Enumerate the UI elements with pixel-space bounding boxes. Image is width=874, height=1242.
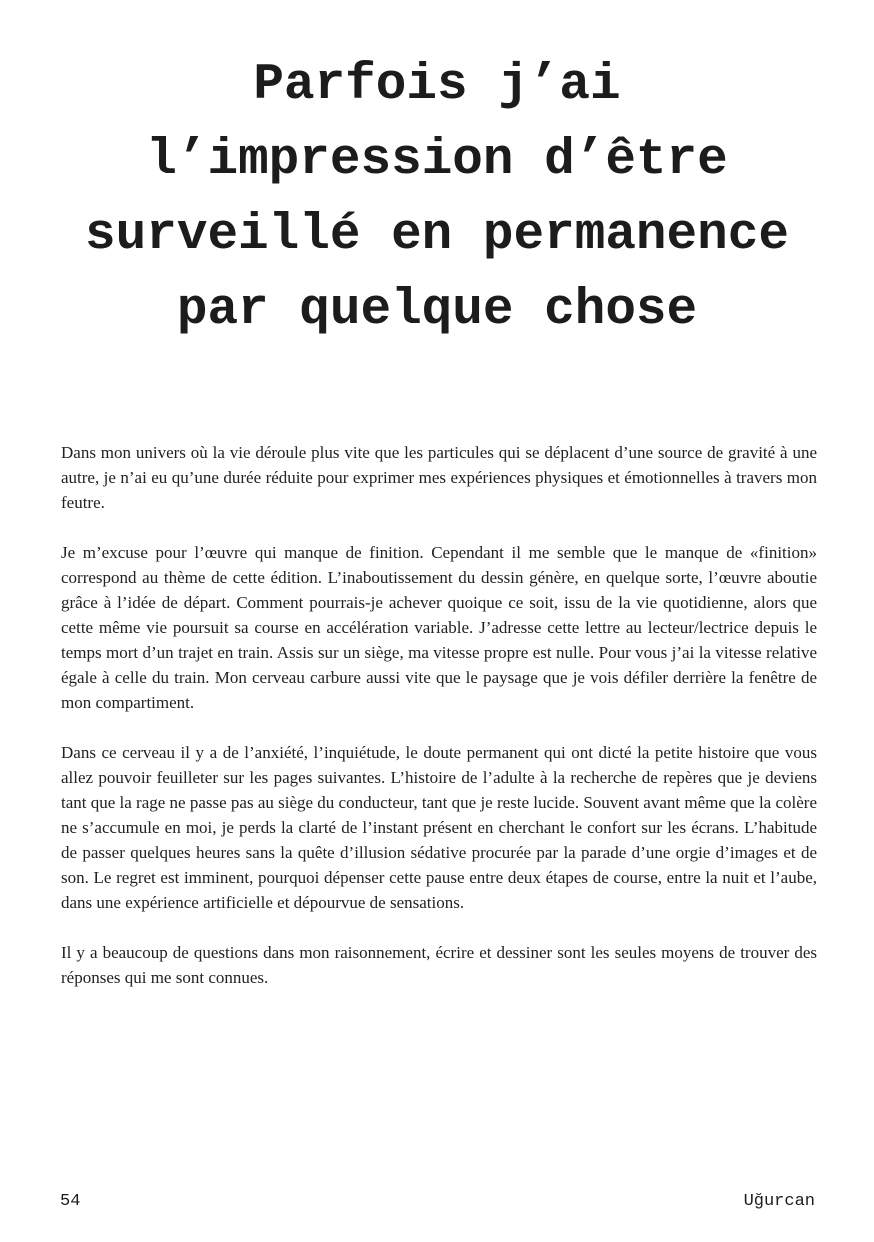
body-text: Dans mon univers où la vie déroule plus …	[61, 440, 817, 1015]
page-title: Parfois j’ai l’impression d’être surveil…	[40, 48, 834, 348]
page-number: 54	[60, 1192, 81, 1211]
title-line-2: l’impression d’être	[146, 132, 728, 189]
paragraph-2: Je m’excuse pour l’œuvre qui manque de f…	[61, 543, 817, 712]
paragraph-4: Il y a beaucoup de questions dans mon ra…	[61, 943, 817, 987]
title-line-4: par quelque chose	[176, 282, 698, 339]
author-name: Uğurcan	[743, 1192, 815, 1211]
paragraph-3: Dans ce cerveau il y a de l’anxiété, l’i…	[61, 743, 817, 912]
title-line-1: Parfois j’ai	[253, 57, 621, 114]
paragraph-1: Dans mon univers où la vie déroule plus …	[61, 443, 817, 512]
document-page: Parfois j’ai l’impression d’être surveil…	[0, 0, 874, 1242]
title-line-3: surveillé en permanence	[85, 207, 789, 264]
